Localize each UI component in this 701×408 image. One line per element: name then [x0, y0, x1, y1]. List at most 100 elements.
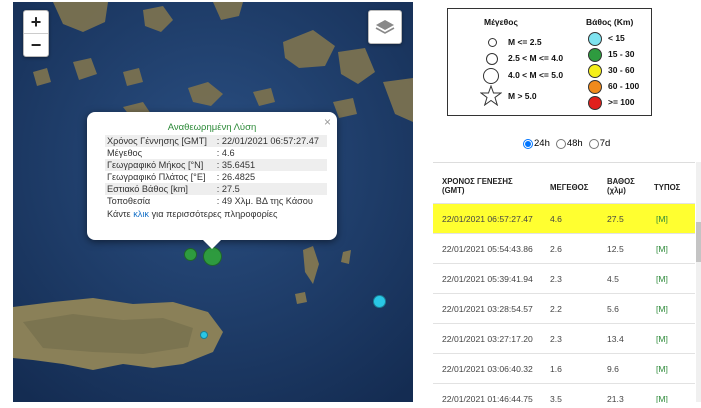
earthquake-map[interactable]: + − × Αναθεωρημένη Λύση Χρόνος Γέννησης … [13, 2, 413, 402]
layers-icon [375, 20, 395, 34]
table-row[interactable]: 22/01/2021 03:06:40.32 1.6 9.6 [M] [433, 353, 695, 384]
row-depth: 12.5 [607, 244, 624, 254]
more-prefix: Κάντε [107, 209, 134, 219]
row-magnitude: 2.2 [550, 304, 562, 314]
row-depth: 27.5 [607, 214, 624, 224]
legend-depth-item: < 15 [608, 33, 625, 43]
row-magnitude: 4.6 [550, 214, 562, 224]
popup-row-label: Εστιακό Βάθος [km] [105, 183, 215, 195]
row-time: 22/01/2021 06:57:27.47 [442, 214, 533, 224]
legend-depth-title: Βάθος (Km) [586, 17, 634, 27]
row-type: [M] [656, 214, 668, 224]
popup-row-label: Τοποθεσία [107, 196, 151, 206]
table-row[interactable]: 22/01/2021 05:54:43.86 2.6 12.5 [M] [433, 233, 695, 264]
earthquake-table: ΧΡΟΝΟΣ ΓΕΝΕΣΗΣ (GMT) ΜΕΓΕΘΟΣ ΒΑΘΟΣ (χλμ)… [433, 162, 695, 403]
legend-magnitude-item: 4.0 < M <= 5.0 [508, 70, 564, 80]
table-header: ΧΡΟΝΟΣ ΓΕΝΕΣΗΣ (GMT) ΜΕΓΕΘΟΣ ΒΑΘΟΣ (χλμ)… [433, 163, 695, 205]
row-magnitude: 2.3 [550, 274, 562, 284]
row-time: 22/01/2021 05:54:43.86 [442, 244, 533, 254]
legend-depth-item: >= 100 [608, 97, 635, 107]
row-depth: 13.4 [607, 334, 624, 344]
scrollbar-thumb[interactable] [696, 222, 701, 262]
popup-row-value: : 4.6 [216, 148, 235, 158]
depth-swatch-icon [588, 96, 602, 110]
earthquake-marker[interactable] [373, 295, 386, 308]
popup-row-label: Μέγεθος [107, 148, 143, 158]
row-type: [M] [656, 334, 668, 344]
header-magnitude: ΜΕΓΕΘΟΣ [550, 183, 589, 192]
table-scrollbar[interactable] [696, 162, 701, 402]
magnitude-small-icon [488, 38, 497, 47]
table-row[interactable]: 22/01/2021 05:39:41.94 2.3 4.5 [M] [433, 263, 695, 294]
period-label: 48h [566, 138, 583, 149]
table-row[interactable]: 22/01/2021 06:57:27.47 4.6 27.5 [M] [433, 203, 695, 234]
row-time: 22/01/2021 05:39:41.94 [442, 274, 533, 284]
period-radio-7d[interactable] [588, 138, 599, 149]
popup-row-value: : 49 Χλμ. ΒΔ της Κάσου [216, 196, 313, 206]
magnitude-large-icon [483, 68, 499, 84]
depth-swatch-icon [588, 32, 602, 46]
popup-row: Χρόνος Γέννησης [GMT]: 22/01/2021 06:57:… [105, 135, 327, 147]
popup-row-value: : 26.4825 [216, 172, 256, 182]
popup-row: Γεωγραφικό Πλάτος [°E] : 26.4825 [105, 171, 327, 183]
legend-magnitude-item: M <= 2.5 [508, 37, 542, 47]
row-depth: 5.6 [607, 304, 619, 314]
row-time: 22/01/2021 03:06:40.32 [442, 364, 533, 374]
period-option-48h[interactable]: 48h [555, 138, 583, 149]
row-type: [M] [656, 304, 668, 314]
row-type: [M] [656, 394, 668, 403]
table-row[interactable]: 22/01/2021 01:46:44.75 3.5 21.3 [M] [433, 383, 695, 403]
zoom-in-button[interactable]: + [24, 11, 48, 34]
earthquake-marker[interactable] [184, 248, 197, 261]
earthquake-marker-large[interactable] [203, 247, 222, 266]
header-type: ΤΥΠΟΣ [654, 183, 681, 192]
table-row[interactable]: 22/01/2021 03:27:17.20 2.3 13.4 [M] [433, 323, 695, 354]
popup-row: Τοποθεσία : 49 Χλμ. ΒΔ της Κάσου [105, 195, 327, 207]
popup-row-label: Γεωγραφικό Πλάτος [°E] [107, 172, 206, 182]
period-radio-24h[interactable] [523, 138, 533, 149]
period-option-24h[interactable]: 24h [523, 138, 550, 149]
magnitude-medium-icon [486, 53, 498, 65]
period-radio-48h[interactable] [555, 138, 566, 149]
popup-details-table: Χρόνος Γέννησης [GMT]: 22/01/2021 06:57:… [105, 135, 327, 207]
popup-close-button[interactable]: × [324, 115, 331, 129]
row-depth: 4.5 [607, 274, 619, 284]
layers-button[interactable] [368, 10, 402, 44]
more-suffix: για περισσότερες πληροφορίες [149, 209, 278, 219]
legend-depth-item: 60 - 100 [608, 81, 640, 91]
zoom-out-button[interactable]: − [24, 34, 48, 56]
popup-row-label: Χρόνος Γέννησης [GMT] [105, 135, 215, 147]
legend-magnitude-title: Μέγεθος [484, 17, 518, 27]
row-type: [M] [656, 364, 668, 374]
legend-depth-item: 30 - 60 [608, 65, 635, 75]
popup-row: Γεωγραφικό Μήκος [°N]: 35.6451 [105, 159, 327, 171]
popup-row-label: Γεωγραφικό Μήκος [°N] [105, 159, 215, 171]
period-option-7d[interactable]: 7d [588, 138, 611, 149]
depth-swatch-icon [588, 48, 602, 62]
period-label: 7d [599, 138, 611, 149]
row-type: [M] [656, 244, 668, 254]
legend-magnitude-item: 2.5 < M <= 4.0 [508, 53, 564, 63]
row-type: [M] [656, 274, 668, 284]
legend-box: Μέγεθος Βάθος (Km) M <= 2.5 2.5 < M <= 4… [447, 8, 652, 116]
row-magnitude: 3.5 [550, 394, 562, 403]
depth-swatch-icon [588, 64, 602, 78]
earthquake-marker[interactable] [200, 331, 208, 339]
row-depth: 9.6 [607, 364, 619, 374]
zoom-control: + − [23, 10, 49, 57]
more-info-link[interactable]: κλικ [133, 209, 149, 219]
row-magnitude: 2.3 [550, 334, 562, 344]
table-row[interactable]: 22/01/2021 03:28:54.57 2.2 5.6 [M] [433, 293, 695, 324]
earthquake-info-popup: × Αναθεωρημένη Λύση Χρόνος Γέννησης [GMT… [87, 112, 337, 249]
depth-swatch-icon [588, 80, 602, 94]
row-time: 22/01/2021 03:27:17.20 [442, 334, 533, 344]
popup-title: Αναθεωρημένη Λύση [167, 122, 257, 133]
header-depth: ΒΑΘΟΣ (χλμ) [607, 177, 635, 195]
row-magnitude: 1.6 [550, 364, 562, 374]
header-time: ΧΡΟΝΟΣ ΓΕΝΕΣΗΣ (GMT) [442, 177, 513, 195]
popup-row-value: : 27.5 [214, 183, 327, 195]
popup-row: Εστιακό Βάθος [km]: 27.5 [105, 183, 327, 195]
row-depth: 21.3 [607, 394, 624, 403]
popup-more-info: Κάντε κλικ για περισσότερες πληροφορίες [107, 209, 337, 219]
popup-row-value: : 22/01/2021 06:57:27.47 [214, 135, 327, 147]
